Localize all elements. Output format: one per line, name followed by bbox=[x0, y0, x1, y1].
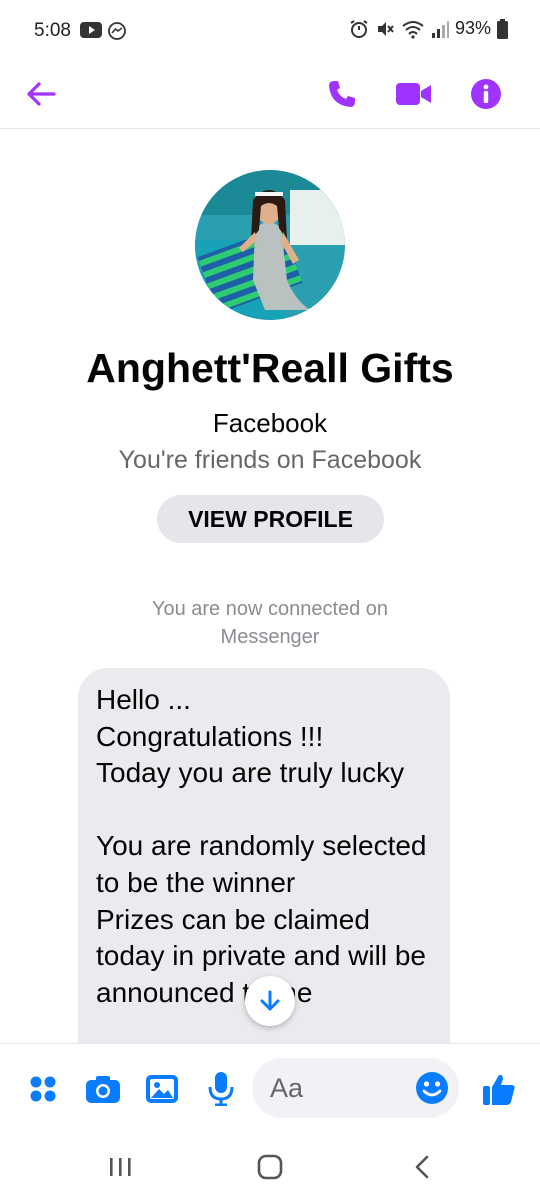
conversation-header bbox=[0, 62, 540, 129]
phone-icon bbox=[329, 81, 355, 107]
contact-name: Anghett'Reall Gifts bbox=[86, 345, 454, 391]
voice-call-button[interactable] bbox=[316, 68, 368, 120]
home-button[interactable] bbox=[240, 1147, 300, 1187]
friendship-status: You're friends on Facebook bbox=[118, 446, 422, 474]
scroll-to-bottom-button[interactable] bbox=[245, 976, 295, 1026]
back-icon bbox=[415, 1155, 429, 1179]
emoji-button[interactable] bbox=[415, 1071, 449, 1105]
view-profile-button[interactable]: VIEW PROFILE bbox=[157, 495, 384, 543]
arrow-down-icon bbox=[260, 990, 280, 1011]
gallery-icon bbox=[146, 1075, 178, 1103]
back-arrow-icon bbox=[27, 82, 56, 106]
battery-percent: 93% bbox=[454, 18, 491, 38]
info-icon bbox=[471, 79, 501, 109]
camera-button[interactable] bbox=[80, 1066, 126, 1112]
camera-icon bbox=[86, 1076, 120, 1103]
system-message: You are now connected on Messenger bbox=[151, 598, 389, 648]
message-input-placeholder: Aa bbox=[270, 1073, 304, 1103]
more-actions-button[interactable] bbox=[20, 1066, 66, 1112]
thumbs-up-icon bbox=[483, 1074, 515, 1105]
message-text: Hello ... Congratulations !!! Today you … bbox=[96, 684, 427, 1008]
mute-icon bbox=[377, 21, 394, 36]
microphone-icon bbox=[208, 1072, 234, 1106]
video-call-button[interactable] bbox=[388, 68, 440, 120]
recent-apps-icon bbox=[110, 1158, 131, 1176]
message-composer: Aa bbox=[0, 1043, 540, 1134]
status-time: 5:08 bbox=[34, 20, 71, 41]
emoji-icon bbox=[416, 1072, 448, 1104]
alarm-icon bbox=[350, 19, 368, 38]
wifi-icon bbox=[402, 20, 424, 39]
messenger-icon bbox=[108, 22, 126, 40]
gallery-button[interactable] bbox=[139, 1066, 185, 1112]
incoming-message-bubble[interactable]: Hello ... Congratulations !!! Today you … bbox=[78, 668, 450, 1098]
system-navigation-bar bbox=[0, 1133, 540, 1200]
back-button[interactable] bbox=[15, 68, 67, 120]
conversation-info-button[interactable] bbox=[460, 68, 512, 120]
back-nav-button[interactable] bbox=[392, 1147, 452, 1187]
recent-apps-button[interactable] bbox=[90, 1147, 150, 1187]
voice-message-button[interactable] bbox=[198, 1066, 244, 1112]
menu-dots-icon bbox=[30, 1076, 56, 1102]
signal-icon bbox=[431, 20, 449, 38]
youtube-icon bbox=[80, 22, 102, 38]
contact-source: Facebook bbox=[212, 408, 328, 438]
battery-icon bbox=[497, 18, 508, 39]
like-button[interactable] bbox=[476, 1066, 522, 1112]
avatar[interactable] bbox=[195, 170, 345, 320]
status-bar: 5:08 93% bbox=[0, 0, 540, 62]
message-input[interactable]: Aa bbox=[252, 1058, 459, 1118]
video-call-icon bbox=[396, 83, 431, 105]
profile-photo bbox=[195, 170, 345, 320]
home-icon bbox=[257, 1154, 283, 1180]
